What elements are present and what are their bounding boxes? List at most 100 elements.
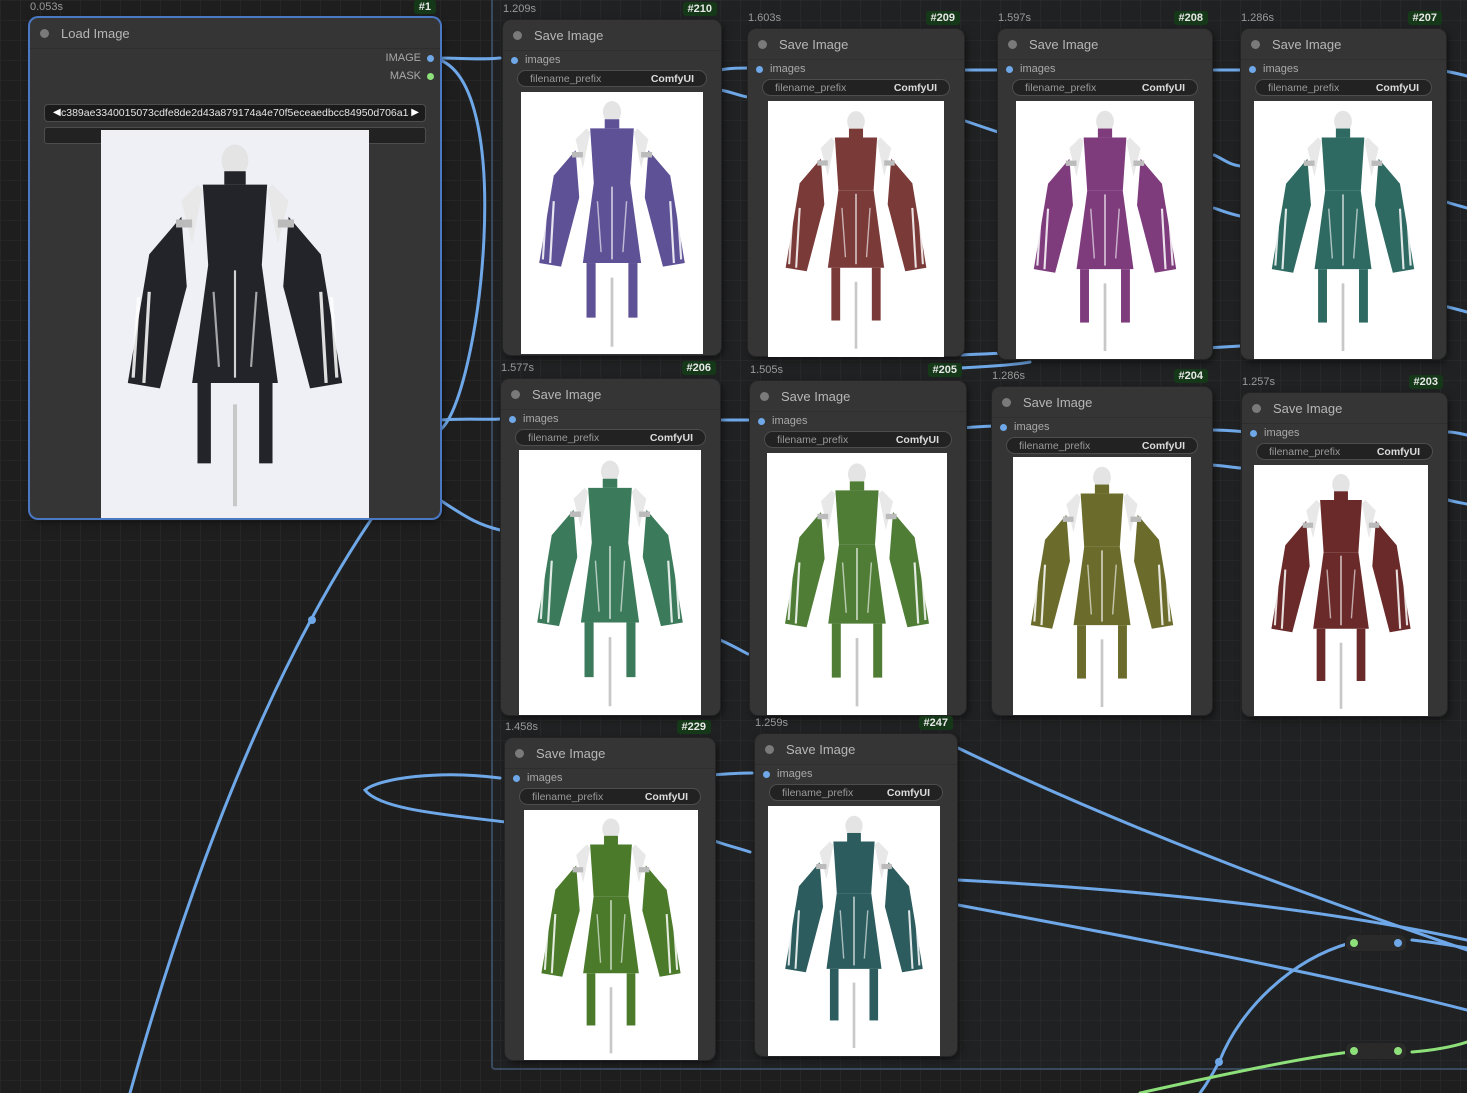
node-exec-time: 1.209s (503, 3, 537, 15)
save-image-node[interactable]: 1.458s #229 Save Image images filename_prefi… (505, 720, 715, 1060)
filename-prefix-field[interactable]: filename_prefix ComfyUI (517, 70, 707, 87)
node-header[interactable]: Save Image (748, 29, 964, 60)
input-images-port[interactable] (513, 774, 520, 782)
input-images-port[interactable] (1006, 65, 1013, 73)
load-image-node[interactable]: 0.053s #1 Load Image IMAGE MASK ◀ c389ae… (30, 0, 440, 518)
input-images-port[interactable] (1000, 423, 1007, 431)
input-images-row[interactable]: images (509, 413, 558, 425)
reroute-output-port[interactable] (1394, 939, 1402, 947)
node-status-dot[interactable] (40, 28, 49, 38)
output-image-port[interactable] (427, 54, 434, 62)
reroute-node[interactable] (1346, 935, 1406, 951)
node-header[interactable]: Save Image (503, 20, 721, 51)
node-status-dot[interactable] (1002, 397, 1011, 407)
filename-prefix-field[interactable]: filename_prefix ComfyUI (1255, 79, 1432, 96)
save-image-node[interactable]: 1.505s #205 Save Image images filename_prefi… (750, 363, 966, 715)
node-status-dot[interactable] (511, 389, 520, 399)
node-status-dot[interactable] (758, 39, 767, 49)
node-exec-time: 1.505s (750, 364, 784, 376)
node-status-dot[interactable] (1251, 39, 1260, 49)
save-image-node[interactable]: 1.597s #208 Save Image images filename_prefi… (998, 11, 1212, 359)
node-id-badge: #1 (413, 0, 436, 14)
input-images-port[interactable] (509, 415, 516, 423)
reroute-node[interactable] (1346, 1043, 1406, 1059)
save-image-node[interactable]: 1.257s #203 Save Image images filename_prefi… (1242, 375, 1447, 716)
save-image-node[interactable]: 1.603s #209 Save Image images filename_prefi… (748, 11, 964, 357)
image-preview (1254, 101, 1432, 359)
save-image-node[interactable]: 1.286s #207 Save Image images filename_prefi… (1241, 11, 1446, 359)
node-status-dot[interactable] (760, 391, 769, 401)
input-images-row[interactable]: images (1000, 421, 1049, 433)
node-id-badge: #206 (681, 361, 716, 375)
node-status-dot[interactable] (1252, 403, 1261, 413)
node-status-dot[interactable] (1008, 39, 1017, 49)
output-mask-row[interactable]: MASK (390, 70, 434, 82)
node-status-dot[interactable] (513, 30, 522, 40)
node-header[interactable]: Save Image (992, 387, 1212, 418)
node-exec-time: 1.286s (992, 370, 1026, 382)
output-image-row[interactable]: IMAGE (386, 52, 434, 64)
reroute-output-port[interactable] (1394, 1047, 1402, 1055)
node-status-dot[interactable] (515, 748, 524, 758)
output-mask-port[interactable] (427, 72, 434, 80)
input-images-row[interactable]: images (511, 54, 560, 66)
image-preview (767, 453, 947, 715)
input-images-row[interactable]: images (513, 772, 562, 784)
input-images-port[interactable] (758, 417, 765, 425)
input-images-port[interactable] (511, 56, 518, 64)
link-midpoint (1215, 1058, 1223, 1066)
node-status-dot[interactable] (765, 744, 774, 754)
prev-file-arrow-icon[interactable]: ◀ (53, 107, 61, 118)
node-header[interactable]: Save Image (501, 379, 720, 410)
input-images-row[interactable]: images (1006, 63, 1055, 75)
input-images-row[interactable]: images (1250, 427, 1299, 439)
node-header[interactable]: Save Image (1241, 29, 1446, 60)
filename-prefix-field[interactable]: filename_prefix ComfyUI (1012, 79, 1198, 96)
filename-prefix-value: ComfyUI (886, 786, 930, 799)
link-wire (1212, 153, 1242, 168)
filename-prefix-field[interactable]: filename_prefix ComfyUI (1256, 443, 1433, 460)
link-wire (430, 56, 502, 61)
node-header[interactable]: Load Image (30, 18, 440, 49)
filename-prefix-label: filename_prefix (530, 72, 602, 85)
save-image-node[interactable]: 1.259s #247 Save Image images filename_prefi… (755, 716, 957, 1056)
node-id-badge: #247 (918, 716, 953, 730)
input-images-port[interactable] (1250, 429, 1257, 437)
image-file-select[interactable]: ◀ c389ae3340015073cdfe8de2d43a879174a4e7… (44, 104, 426, 122)
link-wire (718, 88, 750, 99)
filename-prefix-label: filename_prefix (528, 431, 600, 444)
filename-prefix-field[interactable]: filename_prefix ComfyUI (519, 788, 701, 805)
filename-prefix-field[interactable]: filename_prefix ComfyUI (515, 429, 706, 446)
node-id-badge: #204 (1173, 369, 1208, 383)
next-file-arrow-icon[interactable]: ▶ (411, 107, 419, 118)
input-images-row[interactable]: images (756, 63, 805, 75)
save-image-node[interactable]: 1.577s #206 Save Image images filename_prefi… (501, 361, 720, 715)
filename-prefix-value: ComfyUI (893, 81, 937, 94)
node-header[interactable]: Save Image (1242, 393, 1447, 424)
save-image-node[interactable]: 1.286s #204 Save Image images filename_prefi… (992, 369, 1212, 715)
input-images-label: images (1263, 63, 1299, 75)
filename-prefix-field[interactable]: filename_prefix ComfyUI (1006, 437, 1198, 454)
reroute-input-port[interactable] (1350, 1047, 1358, 1055)
filename-prefix-label: filename_prefix (1269, 445, 1341, 458)
input-images-row[interactable]: images (1249, 63, 1298, 75)
input-images-port[interactable] (756, 65, 763, 73)
image-preview (1016, 101, 1194, 359)
node-header[interactable]: Save Image (998, 29, 1212, 60)
node-header[interactable]: Save Image (750, 381, 966, 412)
filename-prefix-field[interactable]: filename_prefix ComfyUI (764, 431, 952, 448)
input-images-row[interactable]: images (763, 768, 812, 780)
reroute-input-port[interactable] (1350, 939, 1358, 947)
filename-prefix-field[interactable]: filename_prefix ComfyUI (762, 79, 950, 96)
filename-prefix-label: filename_prefix (777, 433, 849, 446)
node-id-badge: #205 (927, 363, 962, 377)
node-title: Save Image (781, 388, 851, 404)
save-image-node[interactable]: 1.209s #210 Save Image images filename_prefi… (503, 2, 721, 355)
input-images-row[interactable]: images (758, 415, 807, 427)
input-images-port[interactable] (1249, 65, 1256, 73)
filename-prefix-field[interactable]: filename_prefix ComfyUI (769, 784, 943, 801)
input-images-label: images (770, 63, 806, 75)
input-images-port[interactable] (763, 770, 770, 778)
node-header[interactable]: Save Image (755, 734, 957, 765)
node-header[interactable]: Save Image (505, 738, 715, 769)
